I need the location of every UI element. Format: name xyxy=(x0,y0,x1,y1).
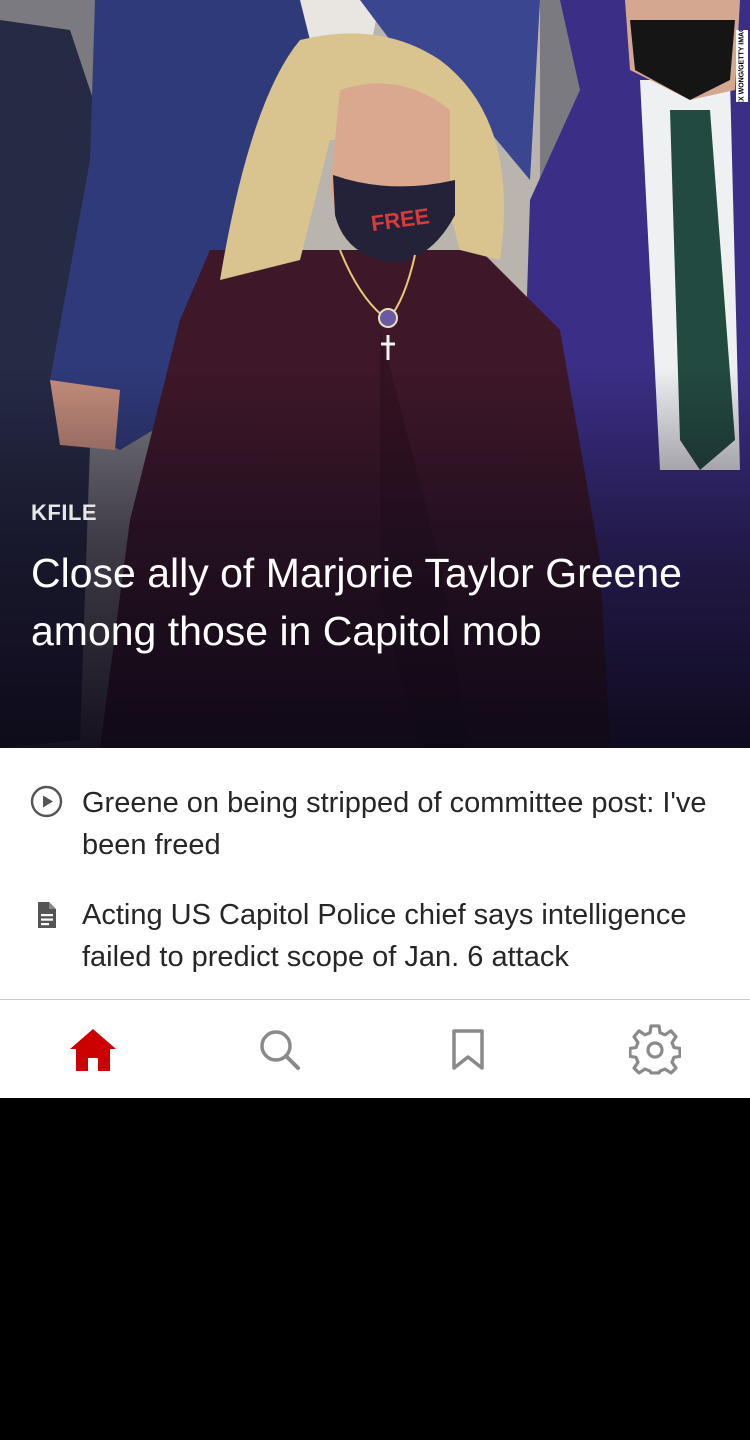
document-icon xyxy=(38,902,56,928)
bottom-tab-bar xyxy=(0,999,750,1098)
gear-icon xyxy=(629,1023,681,1075)
related-item-text: Acting US Capitol Police chief says inte… xyxy=(82,899,687,973)
tab-home[interactable] xyxy=(33,1000,153,1098)
photo-credit: ALEX WONG/GETTY IMAGES xyxy=(736,30,748,102)
tab-search[interactable] xyxy=(220,1000,340,1098)
related-item-text: Greene on being stripped of committee po… xyxy=(82,787,707,861)
play-circle-icon xyxy=(30,785,63,818)
story-headline[interactable]: Close ally of Marjorie Taylor Greene amo… xyxy=(31,544,691,660)
tab-saved[interactable] xyxy=(408,1000,528,1098)
hero-story-card[interactable]: FREE ALEX WONG/GETTY IMAGES KFILE Close … xyxy=(0,0,750,748)
search-icon xyxy=(260,1029,300,1070)
related-stories-list: Greene on being stripped of committee po… xyxy=(0,748,750,999)
tab-settings[interactable] xyxy=(595,1000,715,1098)
story-kicker: KFILE xyxy=(31,500,98,525)
home-icon xyxy=(70,1028,116,1071)
bookmark-icon xyxy=(452,1028,484,1070)
app-screen: FREE ALEX WONG/GETTY IMAGES KFILE Close … xyxy=(0,0,750,1098)
